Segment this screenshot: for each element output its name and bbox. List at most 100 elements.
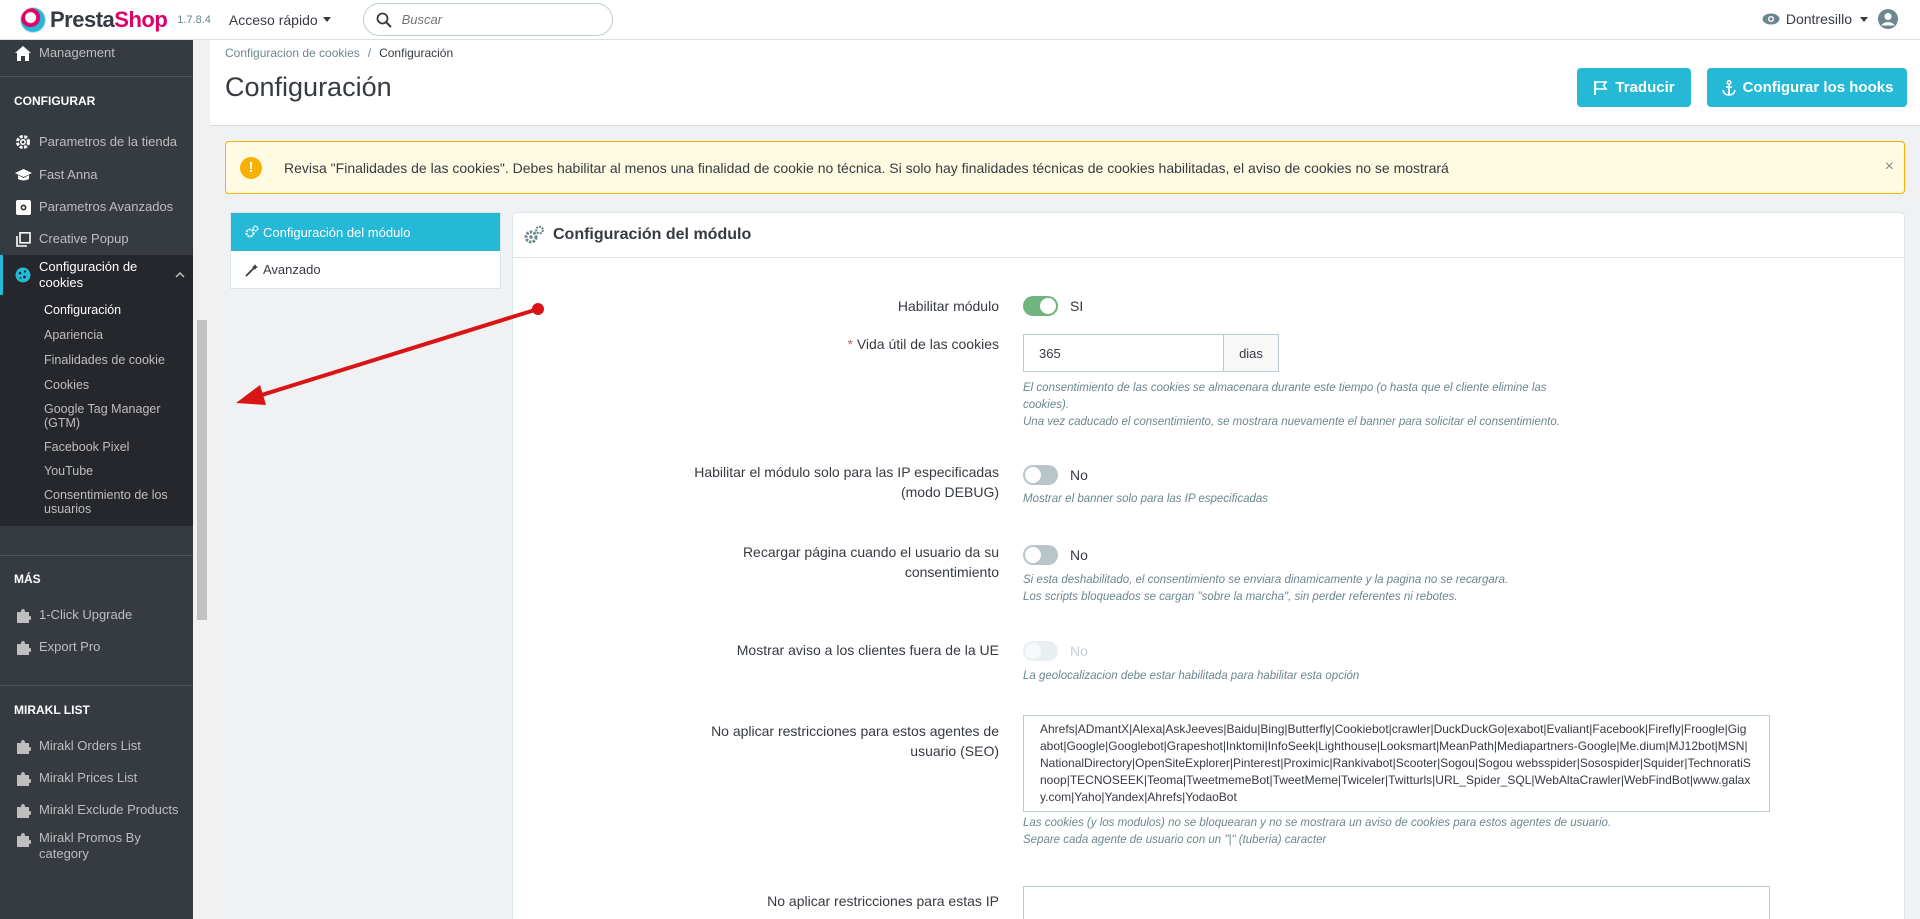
section-title-mas: MÁS	[14, 572, 41, 586]
puzzle-icon	[14, 638, 32, 656]
enable-module-switch[interactable]: SI	[1023, 296, 1083, 316]
alert-text: Revisa "Finalidades de las cookies". Deb…	[284, 159, 1449, 176]
sidebar-item-mirakl-orders[interactable]: Mirakl Orders List	[0, 730, 193, 762]
warning-alert: ! Revisa "Finalidades de las cookies". D…	[225, 141, 1905, 194]
sidebar-item-parametros-avanzados[interactable]: Parametros Avanzados	[0, 191, 193, 223]
search-icon	[376, 12, 392, 28]
toggle-disabled	[1023, 641, 1058, 661]
caret-down-icon	[322, 17, 331, 22]
help-text: Separe cada agente de usuario con un "|"…	[1023, 834, 1327, 846]
toggle-on[interactable]	[1023, 296, 1058, 316]
submenu-configuracion[interactable]: Configuración	[0, 303, 193, 317]
user-menu[interactable]: Dontresillo	[1762, 9, 1898, 29]
caret-down-icon	[1860, 16, 1868, 22]
sidebar-item-export-pro[interactable]: Export Pro	[0, 631, 193, 663]
chevron-up-icon[interactable]	[175, 272, 185, 278]
settings-box-icon	[14, 198, 32, 216]
submenu-apariencia[interactable]: Apariencia	[0, 328, 193, 342]
help-text: Los scripts bloqueados se cargan "sobre …	[1023, 591, 1458, 603]
sidebar-item-parametros-tienda[interactable]: Parametros de la tienda	[0, 125, 193, 159]
config-tabs: Configuración del módulo Avanzado	[230, 212, 501, 289]
gear-icon	[14, 133, 32, 151]
flag-icon	[1594, 80, 1608, 95]
breadcrumb: Configuracion de cookies / Configuración	[225, 46, 454, 60]
lifetime-input[interactable]: 365	[1023, 334, 1223, 372]
annotation-arrow-icon	[236, 303, 544, 405]
gears-icon	[245, 225, 259, 238]
field-label: Mostrar aviso a los clientes fuera de la…	[736, 642, 999, 658]
sidebar-item-configuracion-cookies[interactable]: Configuración de cookies	[0, 255, 193, 295]
quick-access-dropdown[interactable]: Acceso rápido	[229, 12, 331, 28]
logo-text: PrestaShop	[50, 6, 168, 32]
lifetime-input-group: 365 dias	[1023, 334, 1623, 372]
cookie-icon	[14, 266, 32, 284]
close-icon[interactable]: ×	[1885, 158, 1894, 176]
search-input[interactable]	[401, 12, 582, 27]
warning-icon: !	[240, 156, 262, 179]
tab-module-config[interactable]: Configuración del módulo	[231, 213, 500, 251]
page-header: Configuracion de cookies / Configuración C…	[210, 40, 1920, 126]
magic-wand-icon	[245, 263, 258, 277]
version-label: 1.7.8.4	[177, 13, 211, 26]
sidebar-item-creative-popup[interactable]: Creative Popup	[0, 223, 193, 255]
field-label: Recargar página cuando el usuario da su …	[742, 544, 999, 580]
help-text: Una vez caducado el consentimiento, se m…	[1023, 416, 1560, 428]
submenu-finalidades[interactable]: Finalidades de cookie	[0, 353, 193, 367]
graduation-cap-icon	[14, 166, 32, 184]
outside-eu-switch: No	[1023, 641, 1088, 661]
avatar-icon[interactable]	[1878, 9, 1898, 29]
user-agents-textarea[interactable]: Ahrefs|ADmantX|Alexa|AskJeeves|Baidu|Bin…	[1023, 715, 1770, 812]
debug-mode-switch[interactable]: No	[1023, 465, 1088, 485]
prestashop-logo[interactable]: PrestaShop 1.7.8.4	[20, 6, 211, 33]
sidebar-item-mirakl-prices[interactable]: Mirakl Prices List	[0, 762, 193, 794]
search-box[interactable]	[362, 3, 613, 36]
top-header: PrestaShop 1.7.8.4 Acceso rápido Dontres…	[0, 0, 1920, 40]
sidebar-scrollbar-thumb[interactable]	[197, 320, 207, 620]
sidebar-item-1-click-upgrade[interactable]: 1-Click Upgrade	[0, 599, 193, 631]
home-icon	[14, 44, 32, 62]
lifetime-unit: dias	[1223, 334, 1279, 372]
module-config-panel: Configuración del módulo Habilitar módul…	[512, 212, 1905, 919]
help-text: La geolocalizacion debe estar habilitada…	[1023, 670, 1360, 682]
eye-icon[interactable]	[1762, 13, 1780, 25]
toggle-off[interactable]	[1023, 545, 1058, 565]
sidebar-separator	[0, 555, 193, 556]
submenu-cookies[interactable]: Cookies	[0, 378, 193, 392]
submenu-facebook-pixel[interactable]: Facebook Pixel	[0, 440, 193, 454]
submenu-consentimiento[interactable]: Consentimiento de los usuarios	[0, 488, 193, 516]
breadcrumb-link[interactable]: Configuracion de cookies	[225, 46, 360, 60]
configure-hooks-button[interactable]: Configurar los hooks	[1707, 68, 1907, 107]
help-text: Mostrar el banner solo para las IP espec…	[1023, 493, 1269, 505]
field-label: Habilitar el módulo solo para las IP esp…	[694, 464, 999, 500]
help-text: El consentimiento de las cookies se alma…	[1023, 382, 1547, 411]
sidebar-item-mirakl-exclude[interactable]: Mirakl Exclude Products	[0, 794, 193, 826]
help-text: Las cookies (y los modulos) no se bloque…	[1023, 817, 1612, 829]
puzzle-icon	[14, 606, 32, 624]
sidebar-separator	[0, 76, 193, 77]
puzzle-icon	[14, 830, 32, 848]
section-title-mirakl-list: MIRAKL LIST	[14, 703, 90, 717]
field-label: No aplicar restricciones para estos agen…	[711, 723, 999, 759]
gears-icon	[524, 225, 544, 244]
prestashop-logo-icon	[20, 6, 46, 33]
puzzle-icon	[14, 769, 32, 787]
translate-button[interactable]: Traducir	[1577, 68, 1691, 107]
tab-advanced[interactable]: Avanzado	[231, 251, 500, 288]
field-label: * Vida útil de las cookies	[847, 336, 999, 352]
sidebar-item-mirakl-promos[interactable]: Mirakl Promos By category	[0, 826, 193, 862]
section-title-configurar: CONFIGURAR	[14, 94, 96, 108]
toggle-off[interactable]	[1023, 465, 1058, 485]
sidebar-item-fast-anna[interactable]: Fast Anna	[0, 159, 193, 191]
reload-page-switch[interactable]: No	[1023, 545, 1088, 565]
sidebar-separator	[0, 685, 193, 686]
page-title: Configuración	[225, 72, 392, 102]
excluded-ips-textarea[interactable]	[1023, 886, 1770, 919]
field-label: Habilitar módulo	[897, 298, 999, 314]
help-text: Si esta deshabilitado, el consentimiento…	[1023, 574, 1509, 586]
puzzle-icon	[14, 737, 32, 755]
sidebar-item-management[interactable]: Management	[0, 40, 193, 66]
layers-icon	[14, 230, 32, 248]
username: Dontresillo	[1785, 11, 1852, 27]
submenu-gtm[interactable]: Google Tag Manager (GTM)	[0, 402, 193, 430]
submenu-youtube[interactable]: YouTube	[0, 464, 193, 478]
